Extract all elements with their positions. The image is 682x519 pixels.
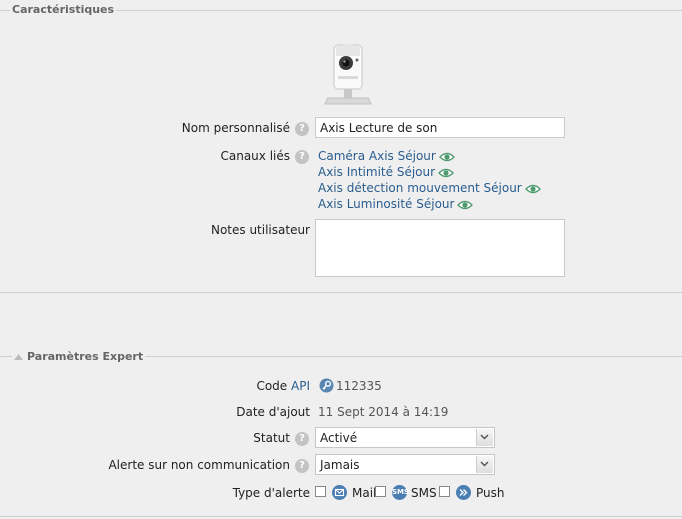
custom-name-label: Nom personnalisé [181, 121, 290, 135]
characteristics-bottom-border [0, 292, 682, 293]
linked-channel-link[interactable]: Caméra Axis Séjour [318, 149, 455, 163]
user-notes-textarea[interactable] [315, 219, 565, 277]
camera-image [324, 44, 372, 105]
alert-no-comm-label: Alerte sur non communication [108, 458, 290, 472]
chevron-down-icon [480, 461, 489, 467]
date-added-label: Date d'ajout [236, 405, 310, 419]
eye-icon[interactable] [524, 184, 541, 194]
push-icon [456, 485, 471, 500]
mail-checkbox[interactable] [315, 486, 326, 497]
code-label: Code API [256, 379, 310, 393]
collapse-arrow-icon[interactable] [14, 354, 23, 360]
code-label-text: Code [256, 379, 288, 393]
chevron-down-icon [480, 434, 489, 440]
eye-icon[interactable] [438, 168, 454, 178]
eye-icon[interactable] [457, 200, 474, 210]
alert-no-comm-selected-value: Jamais [320, 458, 360, 472]
alert-no-comm-help-icon[interactable]: ? [295, 459, 309, 473]
linked-channel-name[interactable]: Axis Luminosité Séjour [318, 197, 454, 211]
alert-type-label: Type d'alerte [232, 486, 310, 500]
status-select[interactable]: Activé [315, 427, 495, 448]
user-notes-label: Notes utilisateur [210, 223, 310, 237]
linked-channel-link[interactable]: Axis Intimité Séjour [318, 165, 454, 179]
status-label: Statut [253, 431, 290, 445]
linked-channel-name[interactable]: Caméra Axis Séjour [318, 149, 436, 163]
linked-channel-name[interactable]: Axis détection mouvement Séjour [318, 181, 522, 195]
linked-channel-name[interactable]: Axis Intimité Séjour [318, 165, 435, 179]
custom-name-help-icon[interactable]: ? [295, 122, 309, 136]
sms-option-label[interactable]: SMS [411, 486, 437, 500]
custom-name-value: Axis Lecture de son [320, 121, 438, 135]
characteristics-legend: Caractéristiques [10, 3, 117, 16]
expert-legend: Paramètres Expert [27, 350, 144, 363]
linked-channel-link[interactable]: Axis Luminosité Séjour [318, 197, 474, 211]
alert-no-comm-dropdown-button[interactable] [476, 456, 493, 473]
date-added-value: 11 Sept 2014 à 14:19 [318, 405, 449, 419]
status-dropdown-button[interactable] [476, 429, 493, 446]
mail-icon [332, 485, 347, 500]
code-value: 112335 [336, 379, 382, 393]
mail-option-label[interactable]: Mail [352, 486, 376, 500]
status-selected-value: Activé [320, 431, 358, 445]
expert-legend-toggle[interactable]: Paramètres Expert [12, 350, 146, 363]
alert-no-comm-select[interactable]: Jamais [315, 454, 495, 475]
key-icon[interactable] [319, 378, 334, 393]
status-help-icon[interactable]: ? [295, 432, 309, 446]
api-link[interactable]: API [291, 379, 310, 393]
push-checkbox[interactable] [439, 486, 450, 497]
push-option-label[interactable]: Push [476, 486, 505, 500]
linked-channels-label: Canaux liés [220, 149, 290, 163]
custom-name-input[interactable]: Axis Lecture de son [315, 117, 565, 138]
linked-channels-help-icon[interactable]: ? [295, 150, 309, 164]
expert-bottom-border [0, 516, 682, 517]
sms-checkbox[interactable] [375, 486, 386, 497]
eye-icon[interactable] [438, 152, 455, 162]
linked-channel-link[interactable]: Axis détection mouvement Séjour [318, 181, 541, 195]
sms-icon: SMS [392, 485, 409, 500]
